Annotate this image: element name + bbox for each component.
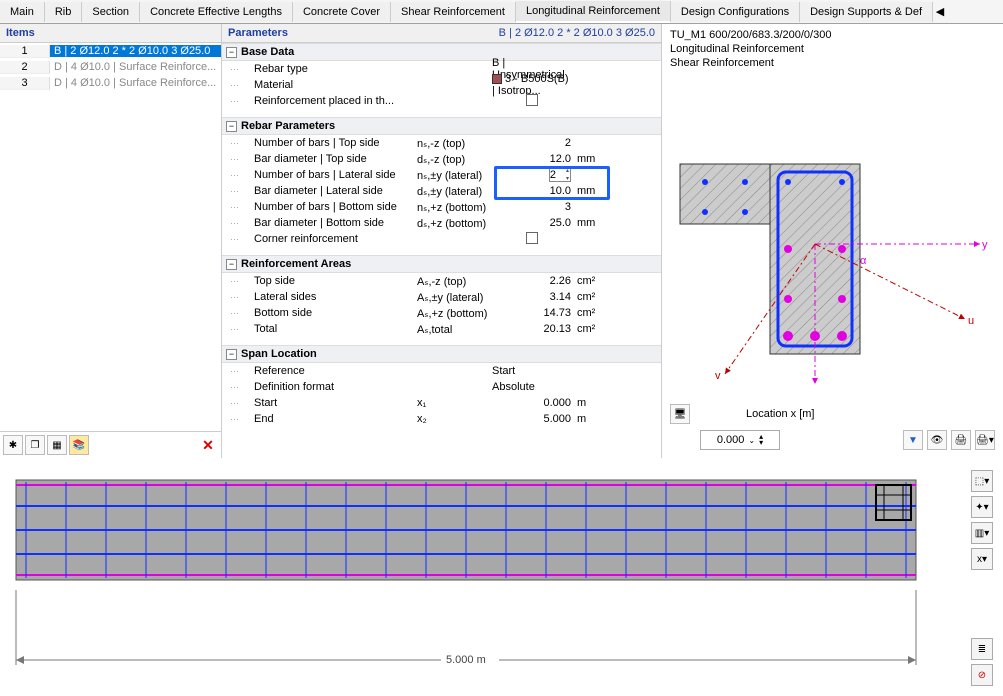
item-number: 3 bbox=[0, 77, 50, 90]
library-icon[interactable]: 📚 bbox=[69, 435, 89, 455]
tab-design-supports[interactable]: Design Supports & Def bbox=[800, 2, 933, 22]
delete-item-icon[interactable]: ✕ bbox=[198, 437, 218, 454]
eye-icon[interactable]: 👁 bbox=[927, 430, 947, 450]
new-item-icon[interactable]: ✱ bbox=[3, 435, 23, 455]
tab-scroll-left-icon[interactable]: ◀ bbox=[933, 5, 947, 18]
main-tab-bar: Main Rib Section Concrete Effective Leng… bbox=[0, 0, 1003, 24]
row-area-bottom: ⋯Bottom sideAₛ,+z (bottom)14.73cm² bbox=[222, 305, 661, 321]
tab-rib[interactable]: Rib bbox=[45, 2, 83, 22]
parameters-body: −Base Data ⋯Rebar typeB | Unsymmetrical … bbox=[222, 43, 661, 458]
row-def-format[interactable]: ⋯Definition formatAbsolute bbox=[222, 379, 661, 395]
cancel-display-icon[interactable]: ⊘ bbox=[971, 664, 993, 686]
tab-concrete-eff-lengths[interactable]: Concrete Effective Lengths bbox=[140, 2, 293, 22]
items-panel: Items 1 B | 2 Ø12.0 2 * 2 Ø10.0 3 Ø25.0 … bbox=[0, 24, 222, 458]
row-area-total: ⋯TotalAₛ,total20.13cm² bbox=[222, 321, 661, 337]
view-side-toolbar: ⬚▾ ✦▾ ▥▾ x▾ ≣ ⊘ bbox=[967, 470, 997, 686]
view-settings-icon[interactable]: 🖥 bbox=[670, 404, 690, 424]
location-label: Location x [m] bbox=[746, 408, 814, 420]
corner-reinf-checkbox[interactable] bbox=[526, 232, 538, 244]
section-base-data[interactable]: −Base Data bbox=[222, 43, 661, 61]
item-number: 1 bbox=[0, 45, 50, 58]
row-reference[interactable]: ⋯ReferenceStart bbox=[222, 363, 661, 379]
items-table: 1 B | 2 Ø12.0 2 * 2 Ø10.0 3 Ø25.0 2 D | … bbox=[0, 43, 221, 431]
collapse-icon[interactable]: − bbox=[226, 47, 237, 58]
location-x-input[interactable]: 0.000⌄▴▾ bbox=[700, 430, 780, 450]
row-start[interactable]: ⋯Startx₁0.000m bbox=[222, 395, 661, 411]
n-lateral-input[interactable]: 2 bbox=[549, 168, 571, 182]
row-material[interactable]: ⋯Material3 - B500S(B) | Isotrop... bbox=[222, 77, 661, 93]
axis-u-label: u bbox=[968, 315, 974, 327]
collapse-icon[interactable]: − bbox=[226, 349, 237, 360]
preview-panel: TU_M1 600/200/683.3/200/0/300 Longitudin… bbox=[662, 24, 1003, 458]
item-number: 2 bbox=[0, 61, 50, 74]
axis-y-label: y bbox=[982, 239, 988, 251]
section-box-icon[interactable]: ▥▾ bbox=[971, 522, 993, 544]
preview-title-3: Shear Reinforcement bbox=[670, 56, 995, 70]
row-n-lateral[interactable]: ⋯Number of bars | Lateral sidenₛ,±y (lat… bbox=[222, 167, 661, 183]
section-rebar-parameters[interactable]: −Rebar Parameters bbox=[222, 117, 661, 135]
row-reinf-placed[interactable]: ⋯Reinforcement placed in th... bbox=[222, 93, 661, 109]
tab-shear-reinf[interactable]: Shear Reinforcement bbox=[391, 2, 516, 22]
parameters-panel: Parameters B | 2 Ø12.0 2 * 2 Ø10.0 3 Ø25… bbox=[222, 24, 662, 458]
row-end[interactable]: ⋯Endx₂5.000m bbox=[222, 411, 661, 427]
items-panel-header: Items bbox=[0, 24, 221, 43]
items-row-2[interactable]: 2 D | 4 Ø10.0 | Surface Reinforce... bbox=[0, 59, 221, 75]
axis-alpha-label: α bbox=[860, 255, 867, 267]
tab-main[interactable]: Main bbox=[0, 2, 45, 22]
collapse-icon[interactable]: − bbox=[226, 259, 237, 270]
cross-section-view[interactable]: y z u v α bbox=[670, 74, 995, 400]
parameters-header: Parameters B | 2 Ø12.0 2 * 2 Ø10.0 3 Ø25… bbox=[222, 24, 661, 43]
section-reinf-areas[interactable]: −Reinforcement Areas bbox=[222, 255, 661, 273]
beam-length-label: 5.000 m bbox=[446, 654, 486, 666]
section-span-location[interactable]: −Span Location bbox=[222, 345, 661, 363]
items-toolbar: ✱ ❐ ▦ 📚 ✕ bbox=[0, 431, 221, 458]
tab-concrete-cover[interactable]: Concrete Cover bbox=[293, 2, 391, 22]
row-corner-reinf[interactable]: ⋯Corner reinforcement bbox=[222, 231, 661, 247]
beam-layout-area: 5.000 m ⬚▾ ✦▾ ▥▾ x▾ ≣ ⊘ bbox=[0, 466, 1003, 690]
item-desc: D | 4 Ø10.0 | Surface Reinforce... bbox=[50, 77, 221, 89]
preview-titles: TU_M1 600/200/683.3/200/0/300 Longitudin… bbox=[670, 28, 995, 70]
row-d-bottom[interactable]: ⋯Bar diameter | Bottom sidedₛ,+z (bottom… bbox=[222, 215, 661, 231]
axes-icon[interactable]: ✦▾ bbox=[971, 496, 993, 518]
preview-title-1: TU_M1 600/200/683.3/200/0/300 bbox=[670, 28, 995, 42]
row-d-lateral[interactable]: ⋯Bar diameter | Lateral sidedₛ,±y (later… bbox=[222, 183, 661, 199]
tab-section[interactable]: Section bbox=[82, 2, 140, 22]
location-bar: 🖥 Location x [m] bbox=[670, 400, 995, 428]
axis-v-label: v bbox=[715, 370, 721, 382]
collapse-icon[interactable]: − bbox=[226, 121, 237, 132]
copy-item-icon[interactable]: ❐ bbox=[25, 435, 45, 455]
parameters-header-context: B | 2 Ø12.0 2 * 2 Ø10.0 3 Ø25.0 bbox=[499, 27, 655, 39]
tab-design-config[interactable]: Design Configurations bbox=[671, 2, 800, 22]
preview-title-2: Longitudinal Reinforcement bbox=[670, 42, 995, 56]
items-row-3[interactable]: 3 D | 4 Ø10.0 | Surface Reinforce... bbox=[0, 75, 221, 91]
reinf-display-icon[interactable]: ≣ bbox=[971, 638, 993, 660]
print-dropdown-icon[interactable]: 🖨▾ bbox=[975, 430, 995, 450]
view-cube-icon[interactable]: ⬚▾ bbox=[971, 470, 993, 492]
row-d-top[interactable]: ⋯Bar diameter | Top sidedₛ,-z (top)12.0m… bbox=[222, 151, 661, 167]
filter-icon[interactable]: ▼ bbox=[903, 430, 923, 450]
beam-elevation-view[interactable]: 5.000 m bbox=[6, 470, 959, 686]
print-icon[interactable]: 🖨 bbox=[951, 430, 971, 450]
plane-x-icon[interactable]: x▾ bbox=[971, 548, 993, 570]
material-swatch-icon bbox=[492, 74, 502, 84]
tab-longitudinal-reinf[interactable]: Longitudinal Reinforcement bbox=[516, 1, 671, 23]
reinf-placed-checkbox[interactable] bbox=[526, 94, 538, 106]
items-row-1[interactable]: 1 B | 2 Ø12.0 2 * 2 Ø10.0 3 Ø25.0 bbox=[0, 43, 221, 59]
row-n-bottom[interactable]: ⋯Number of bars | Bottom sidenₛ,+z (bott… bbox=[222, 199, 661, 215]
item-desc: B | 2 Ø12.0 2 * 2 Ø10.0 3 Ø25.0 bbox=[50, 45, 221, 57]
item-desc: D | 4 Ø10.0 | Surface Reinforce... bbox=[50, 61, 221, 73]
row-rebar-type[interactable]: ⋯Rebar typeB | Unsymmetrical bbox=[222, 61, 661, 77]
windows-icon[interactable]: ▦ bbox=[47, 435, 67, 455]
row-n-top[interactable]: ⋯Number of bars | Top sidenₛ,-z (top)2 bbox=[222, 135, 661, 151]
row-area-top: ⋯Top sideAₛ,-z (top)2.26cm² bbox=[222, 273, 661, 289]
row-area-lateral: ⋯Lateral sidesAₛ,±y (lateral)3.14cm² bbox=[222, 289, 661, 305]
